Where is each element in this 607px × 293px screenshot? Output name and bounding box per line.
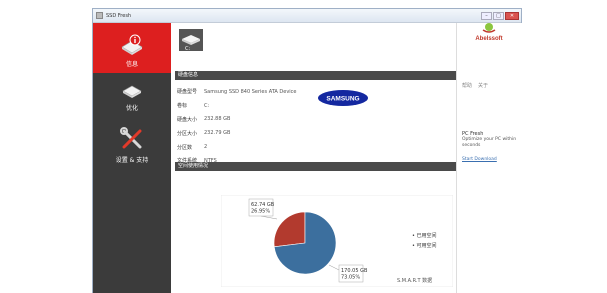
drive-info-list: 硬盘型号 Samsung SSD 840 Series ATA Device 卷… (177, 85, 297, 168)
sidebar-item-label: 信息 (125, 61, 138, 68)
info-key: 卷标 (177, 103, 188, 110)
sidebar-item-info[interactable]: 信息 (93, 23, 171, 73)
info-row-partitions: 分区数 2 (177, 140, 297, 154)
sidebar-item-label: 优化 (125, 105, 138, 112)
legend-label: 可用空间 (416, 243, 437, 249)
drive-icon: C: (179, 29, 203, 51)
drive-info-icon (121, 34, 143, 55)
sidebar-item-label: 设置 & 支持 (115, 157, 149, 164)
section-header-drive-info: 硬盘信息 (175, 71, 456, 80)
main-panel: C: 硬盘信息 硬盘型号 Samsung SSD 840 Series ATA … (171, 23, 456, 293)
sidebar-item-optimize[interactable]: 优化 (93, 78, 171, 118)
data-label-size: 62.74 GB (251, 202, 275, 208)
smart-data-link[interactable]: S.M.A.R.T 数据 (397, 277, 432, 284)
info-value: Samsung SSD 840 Series ATA Device (204, 88, 297, 95)
info-key: 分区数 (177, 144, 193, 151)
section-header-space: 空间使用情况 (175, 162, 456, 171)
chart-legend: • 已用空间 • 可用空间 (412, 232, 437, 252)
info-row-volume: 卷标 C: (177, 99, 297, 113)
download-link[interactable]: Start Download (462, 157, 520, 162)
title-bar: SSD Fresh – □ ✕ (93, 9, 521, 23)
brand-logo-text: SAMSUNG (326, 96, 359, 103)
info-row-model: 硬盘型号 Samsung SSD 840 Series ATA Device (177, 85, 297, 99)
promo-description: Optimize your PC within seconds (462, 137, 517, 148)
info-value: 2 (204, 144, 208, 151)
sidebar-item-settings-support[interactable]: 设置 & 支持 (93, 123, 171, 173)
info-value: 232.88 GB (204, 116, 231, 123)
legend-label: 已用空间 (416, 233, 437, 239)
right-panel: 帮助 关于 PC Fresh Optimize your PC within s… (456, 23, 523, 293)
app-icon (96, 12, 103, 19)
sidebar: 信息 优化 设置 & 支持 (93, 23, 171, 293)
info-value: 232.79 GB (204, 130, 231, 137)
data-label-percent: 73.05% (341, 275, 360, 281)
info-value: C: (204, 102, 210, 109)
info-key: 硬盘型号 (177, 89, 198, 96)
samsung-logo: SAMSUNG (318, 90, 368, 106)
brand-text: Abelssoft (475, 36, 502, 42)
maximize-button[interactable]: □ (493, 11, 504, 20)
data-label-percent: 26.95% (251, 209, 270, 215)
close-button[interactable]: ✕ (505, 11, 519, 20)
data-label-size: 170.05 GB (341, 268, 368, 274)
info-key: 硬盘大小 (177, 116, 198, 123)
help-link[interactable]: 帮助 (462, 82, 472, 89)
app-window: SSD Fresh – □ ✕ 信息 优化 设置 & 支持 C: 硬盘信息 硬盘… (92, 8, 523, 293)
window-title: SSD Fresh (106, 12, 132, 19)
legend-item-free: • 可用空间 (412, 242, 437, 249)
info-row-disk-size: 硬盘大小 232.88 GB (177, 113, 297, 127)
info-key: 分区大小 (177, 130, 198, 137)
minimize-button[interactable]: – (481, 11, 492, 20)
info-row-partition-size: 分区大小 232.79 GB (177, 126, 297, 140)
tools-icon (120, 127, 142, 149)
abelssoft-logo: Abelssoft (475, 23, 503, 42)
legend-item-used: • 已用空间 (412, 232, 437, 239)
drive-letter: C: (185, 46, 190, 51)
drive-optimize-icon (122, 85, 142, 98)
about-link[interactable]: 关于 (478, 82, 488, 89)
